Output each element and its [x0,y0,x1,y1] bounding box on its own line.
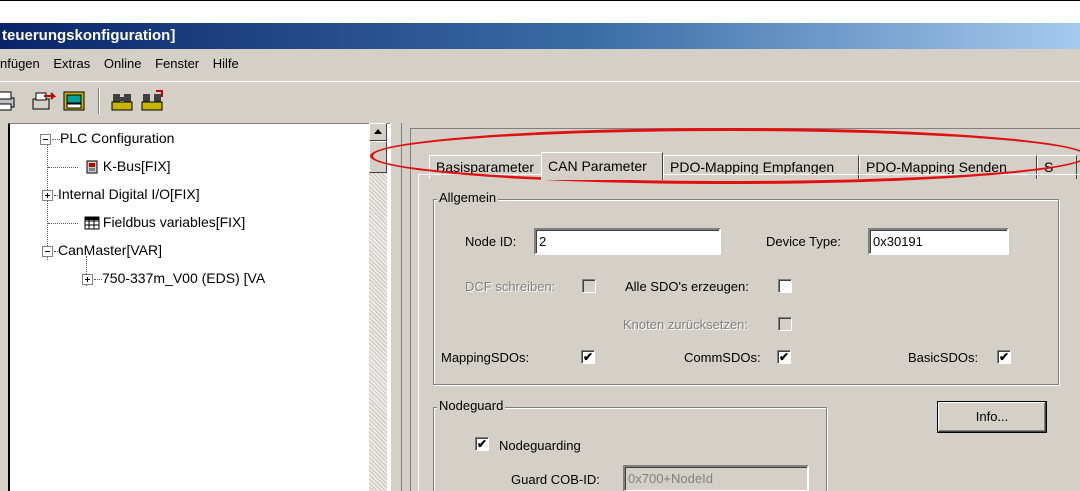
library-icon[interactable] [62,90,86,112]
toolbar-separator [98,88,100,114]
tree-item-internal-digital-io[interactable]: Internal Digital I/O[FIX] [42,186,200,202]
tree-item-750-337m[interactable]: 750-337m_V00 (EDS) [VA [82,270,265,286]
tab-can-parameter[interactable]: CAN Parameter [541,152,663,180]
pane-splitter[interactable] [390,123,402,491]
bus-icon [86,160,98,174]
collapse-icon[interactable] [42,245,53,257]
menu-item-hilfe[interactable]: Hilfe [213,49,239,79]
knoten-checkbox[interactable] [778,317,792,331]
tree-item-k-bus[interactable]: K-Bus[FIX] [48,158,171,174]
expand-icon[interactable] [82,273,93,285]
knoten-label: Knoten zurücksetzen: [623,317,749,332]
dcf-schreiben-label: DCF schreiben: [465,279,556,294]
find-icon[interactable] [110,90,134,112]
find-next-icon[interactable] [140,90,164,112]
menu-item-fenster[interactable]: Fenster [155,49,199,79]
toolbar [0,81,1080,121]
print-icon[interactable] [0,90,18,112]
guard-cob-id-label: Guard COB-ID: [511,472,600,487]
expand-icon[interactable] [42,189,53,201]
comm-sdos-label: CommSDOs: [684,350,761,365]
export-icon[interactable] [32,90,56,112]
top-margin [0,1,1080,23]
device-type-field[interactable]: 0x30191 [868,228,1009,255]
menu-item-extras[interactable]: Extras [53,49,90,79]
mapping-sdos-checkbox[interactable]: ✔ [581,350,595,364]
menu-item-einfuegen[interactable]: nfügen [0,49,40,79]
tree-item-canmaster[interactable]: CanMaster[VAR] [42,242,162,258]
basic-sdos-label: BasicSDOs: [908,350,979,365]
allgemein-title: Allgemein [437,190,499,205]
comm-sdos-checkbox[interactable]: ✔ [777,350,791,364]
application-window: teuerungskonfiguration] nfügen Extras On… [0,0,1080,491]
node-id-label: Node ID: [465,234,517,249]
alle-sdo-label: Alle SDO's erzeugen: [625,279,749,294]
scroll-track[interactable] [369,173,387,491]
nodeguarding-label: Nodeguarding [499,438,581,453]
menu-bar: nfügen Extras Online Fenster Hilfe [0,49,1080,79]
device-type-label: Device Type: [766,234,841,249]
can-parameter-page: Allgemein Node ID: 2 Device Type: 0x3019… [418,174,1080,491]
grid-icon [84,216,100,230]
tree-scrollbar[interactable] [369,123,387,491]
scroll-up-button[interactable] [369,123,387,141]
mapping-sdos-label: MappingSDOs: [441,350,530,365]
configuration-tree[interactable]: PLC Configuration K-Bus[FIX] Internal Di… [8,123,390,491]
node-id-field[interactable]: 2 [534,228,721,255]
nodeguarding-checkbox[interactable]: ✔ [475,437,489,451]
dcf-schreiben-checkbox[interactable] [582,279,596,293]
window-title: teuerungskonfiguration] [0,23,1080,49]
info-button[interactable]: Info... [937,401,1047,433]
menu-item-online[interactable]: Online [104,49,142,79]
tree-item-fieldbus-variables[interactable]: Fieldbus variables[FIX] [48,214,245,230]
alle-sdo-checkbox[interactable] [778,279,792,293]
guard-cob-id-field[interactable]: 0x700+NodeId [623,465,809,491]
collapse-icon[interactable] [40,133,51,145]
basic-sdos-checkbox[interactable]: ✔ [997,350,1011,364]
scroll-thumb[interactable] [369,141,387,173]
tree-border [8,124,10,491]
nodeguard-title: Nodeguard [437,398,506,413]
tree-item-plc-configuration[interactable]: PLC Configuration [40,130,174,146]
